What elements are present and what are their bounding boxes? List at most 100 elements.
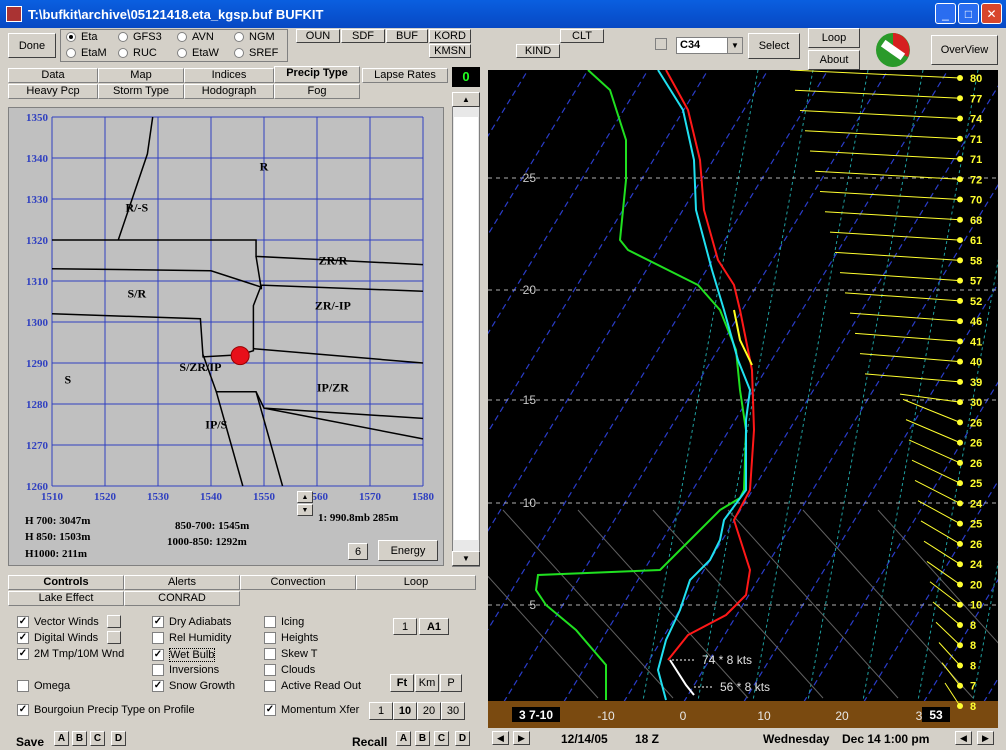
tab-indices[interactable]: Indices xyxy=(184,68,274,83)
model-radio-etaw[interactable]: EtaW xyxy=(177,47,219,59)
prev-time-button[interactable]: ◀ xyxy=(492,731,509,745)
wind-barb-dot xyxy=(957,75,963,81)
save-slot-d[interactable]: D xyxy=(111,731,126,746)
wind-barb xyxy=(938,642,961,666)
recall-slot-c[interactable]: C xyxy=(434,731,449,746)
one-button[interactable]: 1 xyxy=(393,618,417,635)
next-time-button[interactable]: ▶ xyxy=(513,731,530,745)
close-button[interactable]: ✕ xyxy=(981,3,1002,24)
speed-1-button[interactable]: 1 xyxy=(369,702,393,720)
level-down-button[interactable]: ▼ xyxy=(297,504,313,516)
minimize-button[interactable]: _ xyxy=(935,3,956,24)
model-radio-gfs3[interactable]: GFS3 xyxy=(118,31,162,43)
scroll-track[interactable] xyxy=(454,117,478,540)
wind-barb-dot xyxy=(957,682,963,689)
station-checkbox[interactable] xyxy=(655,38,672,50)
save-slot-c[interactable]: C xyxy=(90,731,105,746)
station-select[interactable]: C34 ▼ xyxy=(676,37,743,54)
tab-hodograph[interactable]: Hodograph xyxy=(184,84,274,99)
energy-button[interactable]: Energy xyxy=(378,540,438,561)
vector-winds-option-button[interactable] xyxy=(107,615,121,628)
tab-lake-effect[interactable]: Lake Effect xyxy=(8,591,124,606)
station-kmsn-button[interactable]: KMSN xyxy=(429,44,471,58)
done-button[interactable]: Done xyxy=(8,33,56,58)
recall-slot-b[interactable]: B xyxy=(415,731,430,746)
model-radio-etam[interactable]: EtaM xyxy=(66,47,107,59)
model-radio-ngm[interactable]: NGM xyxy=(234,31,275,43)
km-button[interactable]: Km xyxy=(415,674,439,692)
six-button[interactable]: 6 xyxy=(348,543,368,560)
wdps-logo-icon xyxy=(876,33,910,67)
save-slot-b[interactable]: B xyxy=(72,731,87,746)
skew-t-diagram[interactable]: 25 20 15 10 5 -10 0 10 20 3 3 7-10 53 74 * 8 kts 56 *… xyxy=(488,70,998,728)
loop-button[interactable]: Loop xyxy=(808,28,860,48)
speed-10-button[interactable]: 10 xyxy=(393,702,417,720)
tab-heavy-pcp[interactable]: Heavy Pcp xyxy=(8,84,98,99)
active-readout-checkbox[interactable]: Active Read Out xyxy=(264,680,361,692)
dry-adiabats-checkbox[interactable]: ✓ Dry Adiabats xyxy=(152,616,231,628)
tab-controls[interactable]: Controls xyxy=(8,575,124,590)
tab-map[interactable]: Map xyxy=(98,68,184,83)
wind-speed-label: 70 xyxy=(970,195,982,207)
icing-checkbox[interactable]: Icing xyxy=(264,616,304,628)
sfc-temp-wind-checkbox[interactable]: ✓ 2M Tmp/10M Wnd xyxy=(17,648,124,660)
scroll-down-button[interactable]: ▼ xyxy=(452,551,480,566)
select-button[interactable]: Select xyxy=(748,33,800,59)
wind-speed-label: 72 xyxy=(970,174,982,186)
station-buf-button[interactable]: BUF xyxy=(386,29,428,43)
prev-day-button[interactable]: ◀ xyxy=(955,731,972,745)
next-day-button[interactable]: ▶ xyxy=(977,731,994,745)
model-radio-ruc[interactable]: RUC xyxy=(118,47,157,59)
scroll-up-button[interactable]: ▲ xyxy=(452,92,480,107)
tab-lapse-rates[interactable]: Lapse Rates xyxy=(362,68,448,83)
station-clt-button[interactable]: CLT xyxy=(560,29,604,43)
rel-humidity-checkbox[interactable]: Rel Humidity xyxy=(152,632,231,644)
digital-winds-checkbox[interactable]: ✓ Digital Winds xyxy=(17,632,98,644)
tab-precip-type[interactable]: Precip Type xyxy=(274,66,360,83)
chevron-down-icon[interactable]: ▼ xyxy=(727,38,742,53)
tab-fog[interactable]: Fog xyxy=(274,84,360,99)
speed-20-button[interactable]: 20 xyxy=(417,702,441,720)
model-radio-eta[interactable]: Eta xyxy=(66,31,98,43)
tab-conrad[interactable]: CONRAD xyxy=(124,591,240,606)
model-radio-sref[interactable]: SREF xyxy=(234,47,278,59)
tab-storm-type[interactable]: Storm Type xyxy=(98,84,184,99)
omega-checkbox[interactable]: Omega xyxy=(17,680,70,692)
station-sdf-button[interactable]: SDF xyxy=(341,29,385,43)
level-up-button[interactable]: ▲ xyxy=(297,491,313,503)
wet-bulb-checkbox[interactable]: ✓ Wet Bulb xyxy=(152,648,216,662)
snow-growth-checkbox[interactable]: ✓ Snow Growth xyxy=(152,680,235,692)
wind-speed-label: 61 xyxy=(970,235,982,247)
heights-checkbox[interactable]: Heights xyxy=(264,632,318,644)
tab-data[interactable]: Data xyxy=(8,68,98,83)
vector-winds-checkbox[interactable]: ✓ Vector Winds xyxy=(17,616,99,628)
recall-slot-d[interactable]: D xyxy=(455,731,470,746)
maximize-button[interactable]: □ xyxy=(958,3,979,24)
recall-slot-a[interactable]: A xyxy=(396,731,411,746)
inversions-checkbox[interactable]: Inversions xyxy=(152,664,219,676)
wind-barb-dot xyxy=(957,662,963,669)
tab-convection[interactable]: Convection xyxy=(240,575,356,590)
feet-button[interactable]: Ft xyxy=(390,674,414,692)
tab-alerts[interactable]: Alerts xyxy=(124,575,240,590)
station-kord-button[interactable]: KORD xyxy=(429,29,471,43)
digital-winds-option-button[interactable] xyxy=(107,631,121,644)
pressure-button[interactable]: P xyxy=(440,674,462,692)
overview-button[interactable]: OverView xyxy=(931,35,998,65)
wind-barb xyxy=(899,393,961,403)
wind-barb xyxy=(908,439,961,464)
speed-30-button[interactable]: 30 xyxy=(441,702,465,720)
a1-button[interactable]: A1 xyxy=(419,618,449,635)
tab-loop[interactable]: Loop xyxy=(356,575,476,590)
y-tick-label: 1320 xyxy=(26,235,49,247)
about-button[interactable]: About xyxy=(808,50,860,70)
station-kind-button[interactable]: KIND xyxy=(516,44,560,58)
clouds-checkbox[interactable]: Clouds xyxy=(264,664,315,676)
station-oun-button[interactable]: OUN xyxy=(296,29,340,43)
region-boundary xyxy=(202,354,424,420)
model-radio-avn[interactable]: AVN xyxy=(177,31,214,43)
skew-t-checkbox[interactable]: Skew T xyxy=(264,648,317,660)
bourgouin-checkbox[interactable]: ✓ Bourgoiun Precip Type on Profile xyxy=(17,704,195,716)
save-slot-a[interactable]: A xyxy=(54,731,69,746)
momentum-xfer-checkbox[interactable]: ✓ Momentum Xfer xyxy=(264,704,359,716)
